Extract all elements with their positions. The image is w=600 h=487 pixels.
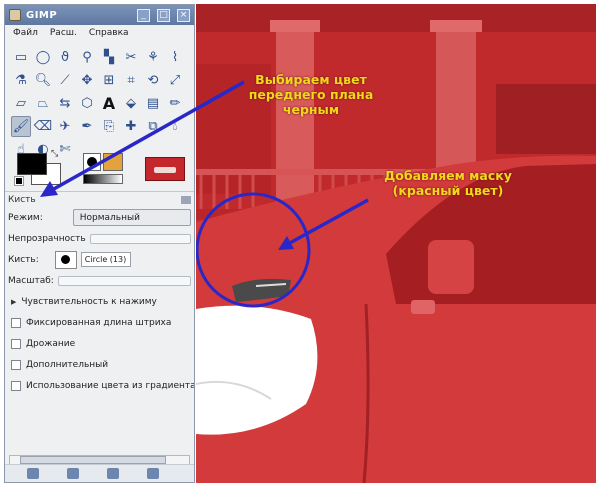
brush-select-button[interactable] <box>54 250 77 269</box>
shear-icon[interactable]: ▱ <box>11 93 31 114</box>
incremental-checkbox[interactable] <box>11 359 21 370</box>
scrollbar-thumb[interactable] <box>20 456 166 464</box>
rect-select-icon[interactable]: ▭ <box>11 47 31 68</box>
checkbox-row-incremental[interactable]: Дополнительный <box>5 354 194 375</box>
menu-bar: Файл Расш. Справка <box>5 25 194 43</box>
annotation-add-mask: Добавляем маску (красный цвет) <box>358 168 538 198</box>
window-titlebar: GIMP _ □ × <box>5 5 194 25</box>
perspective-clone-icon[interactable]: ⧉ <box>143 116 163 137</box>
tab-menu-icon[interactable] <box>181 195 191 204</box>
ink-icon[interactable]: ✒ <box>77 116 97 137</box>
fade-checkbox[interactable] <box>11 317 21 328</box>
fade-label: Фиксированная длина штриха <box>26 317 172 328</box>
close-icon[interactable]: × <box>177 8 190 22</box>
gimp-app-icon <box>9 9 21 21</box>
opacity-label: Непрозрачность <box>8 233 86 244</box>
checkbox-row-jitter[interactable]: Дрожание <box>5 333 194 354</box>
annotation-line: переднего плана <box>248 87 374 102</box>
select-by-color-icon[interactable]: ▚ <box>99 47 119 68</box>
maximize-icon[interactable]: □ <box>157 8 170 22</box>
text-icon[interactable]: A <box>99 93 119 114</box>
active-pattern-preview[interactable] <box>103 153 123 171</box>
eraser-icon[interactable]: ⌫ <box>33 116 53 137</box>
bucket-fill-icon[interactable]: ⬙ <box>121 93 141 114</box>
color-picker-icon[interactable]: ⚗ <box>11 70 31 91</box>
crop-icon[interactable]: ⌗ <box>121 70 141 91</box>
perspective-icon[interactable]: ⏢ <box>33 93 53 114</box>
active-gradient-preview[interactable] <box>83 174 123 184</box>
free-select-icon[interactable]: ϑ <box>55 47 75 68</box>
pressure-expander-row[interactable]: ▶ Чувствительность к нажиму <box>5 291 194 312</box>
annotation-line: (красный цвет) <box>392 183 504 198</box>
options-bottom-bar <box>5 464 194 482</box>
paths-icon[interactable]: ⌇ <box>165 47 185 68</box>
menu-help[interactable]: Справка <box>89 28 129 40</box>
clone-icon[interactable]: ⎘ <box>99 116 119 137</box>
menu-extensions[interactable]: Расш. <box>50 28 77 40</box>
swap-colors-icon[interactable]: ⤡ <box>51 149 58 159</box>
pressure-label: Чувствительность к нажиму <box>21 296 157 307</box>
airbrush-icon[interactable]: ✈ <box>55 116 75 137</box>
expander-arrow-icon[interactable]: ▶ <box>11 298 16 306</box>
tool-options-title: Кисть <box>8 194 36 205</box>
scissors-icon[interactable]: ✂ <box>121 47 141 68</box>
menu-file[interactable]: Файл <box>13 28 38 40</box>
gimp-toolbox-window: GIMP _ □ × Файл Расш. Справка ▭ ◯ ϑ ⚲ ▚ ✂ ⚘ ⌇ ⚗ 🔍… <box>4 4 195 483</box>
opacity-slider[interactable] <box>89 233 191 244</box>
foreground-select-icon[interactable]: ⚘ <box>143 47 163 68</box>
paintbrush-icon[interactable]: 🖌︎ <box>11 116 31 137</box>
reset-options-icon[interactable] <box>147 468 159 479</box>
gradient-color-label: Использование цвета из градиента <box>26 380 194 391</box>
blend-icon[interactable]: ▤ <box>143 93 163 114</box>
brush-row: Кисть: Circle (13) <box>5 249 194 270</box>
mode-value: Нормальный <box>79 212 140 223</box>
active-brush-preview[interactable] <box>83 153 101 171</box>
tool-grid: ▭ ◯ ϑ ⚲ ▚ ✂ ⚘ ⌇ ⚗ 🔍︎ ⟋ ✥ ⊞ ⌗ ⟲ ⤢ ▱ ⏢ ⇆ ⬡ A ⬙ ▤ ✏ 🖌︎ ⌫ ✈ ✒ ⎘ ✚ ⧉ 💧︎ ☝ ◐ ✄ <box>5 43 194 156</box>
mode-row: Режим: Нормальный <box>5 207 194 228</box>
restore-options-icon[interactable] <box>67 468 79 479</box>
window-title: GIMP <box>26 9 58 21</box>
jitter-label: Дрожание <box>26 338 76 349</box>
jitter-checkbox[interactable] <box>11 338 21 349</box>
brush-name: Circle (13) <box>80 252 131 267</box>
scale-slider[interactable] <box>57 275 191 286</box>
rotate-icon[interactable]: ⟲ <box>143 70 163 91</box>
annotation-line: черным <box>282 102 340 117</box>
mode-select[interactable]: Нормальный <box>72 209 191 226</box>
scale-icon[interactable]: ⤢ <box>165 70 185 91</box>
scale-label: Масштаб: <box>8 275 54 286</box>
incremental-label: Дополнительный <box>26 359 109 370</box>
color-area: ⤡ <box>5 147 194 191</box>
checkbox-row-gradient[interactable]: Использование цвета из градиента <box>5 375 194 396</box>
annotation-foreground-color: Выбираем цвет переднего плана черным <box>216 72 406 117</box>
mode-label: Режим: <box>8 212 43 223</box>
alignment-icon[interactable]: ⊞ <box>99 70 119 91</box>
cage-icon[interactable]: ⬡ <box>77 93 97 114</box>
minimize-icon[interactable]: _ <box>137 8 150 22</box>
move-icon[interactable]: ✥ <box>77 70 97 91</box>
save-options-icon[interactable] <box>27 468 39 479</box>
brush-label: Кисть: <box>8 254 39 265</box>
tool-options-header: Кисть <box>5 191 194 207</box>
reset-colors-icon[interactable] <box>14 176 24 186</box>
scale-row: Масштаб: <box>5 270 194 291</box>
annotation-line: Выбираем цвет <box>255 72 367 87</box>
active-image-thumbnail[interactable] <box>145 157 185 181</box>
gradient-color-checkbox[interactable] <box>11 380 21 391</box>
opacity-row: Непрозрачность <box>5 228 194 249</box>
flip-icon[interactable]: ⇆ <box>55 93 75 114</box>
annotation-line: Добавляем маску <box>384 168 512 183</box>
delete-options-icon[interactable] <box>107 468 119 479</box>
pencil-icon[interactable]: ✏ <box>165 93 185 114</box>
heal-icon[interactable]: ✚ <box>121 116 141 137</box>
measure-icon[interactable]: ⟋ <box>55 70 75 91</box>
convolve-icon[interactable]: 💧︎ <box>165 116 185 137</box>
ellipse-select-icon[interactable]: ◯ <box>33 47 53 68</box>
checkbox-row-fade[interactable]: Фиксированная длина штриха <box>5 312 194 333</box>
foreground-color-swatch[interactable] <box>17 153 47 175</box>
zoom-icon[interactable]: 🔍︎ <box>33 70 53 91</box>
fuzzy-select-icon[interactable]: ⚲ <box>77 47 97 68</box>
